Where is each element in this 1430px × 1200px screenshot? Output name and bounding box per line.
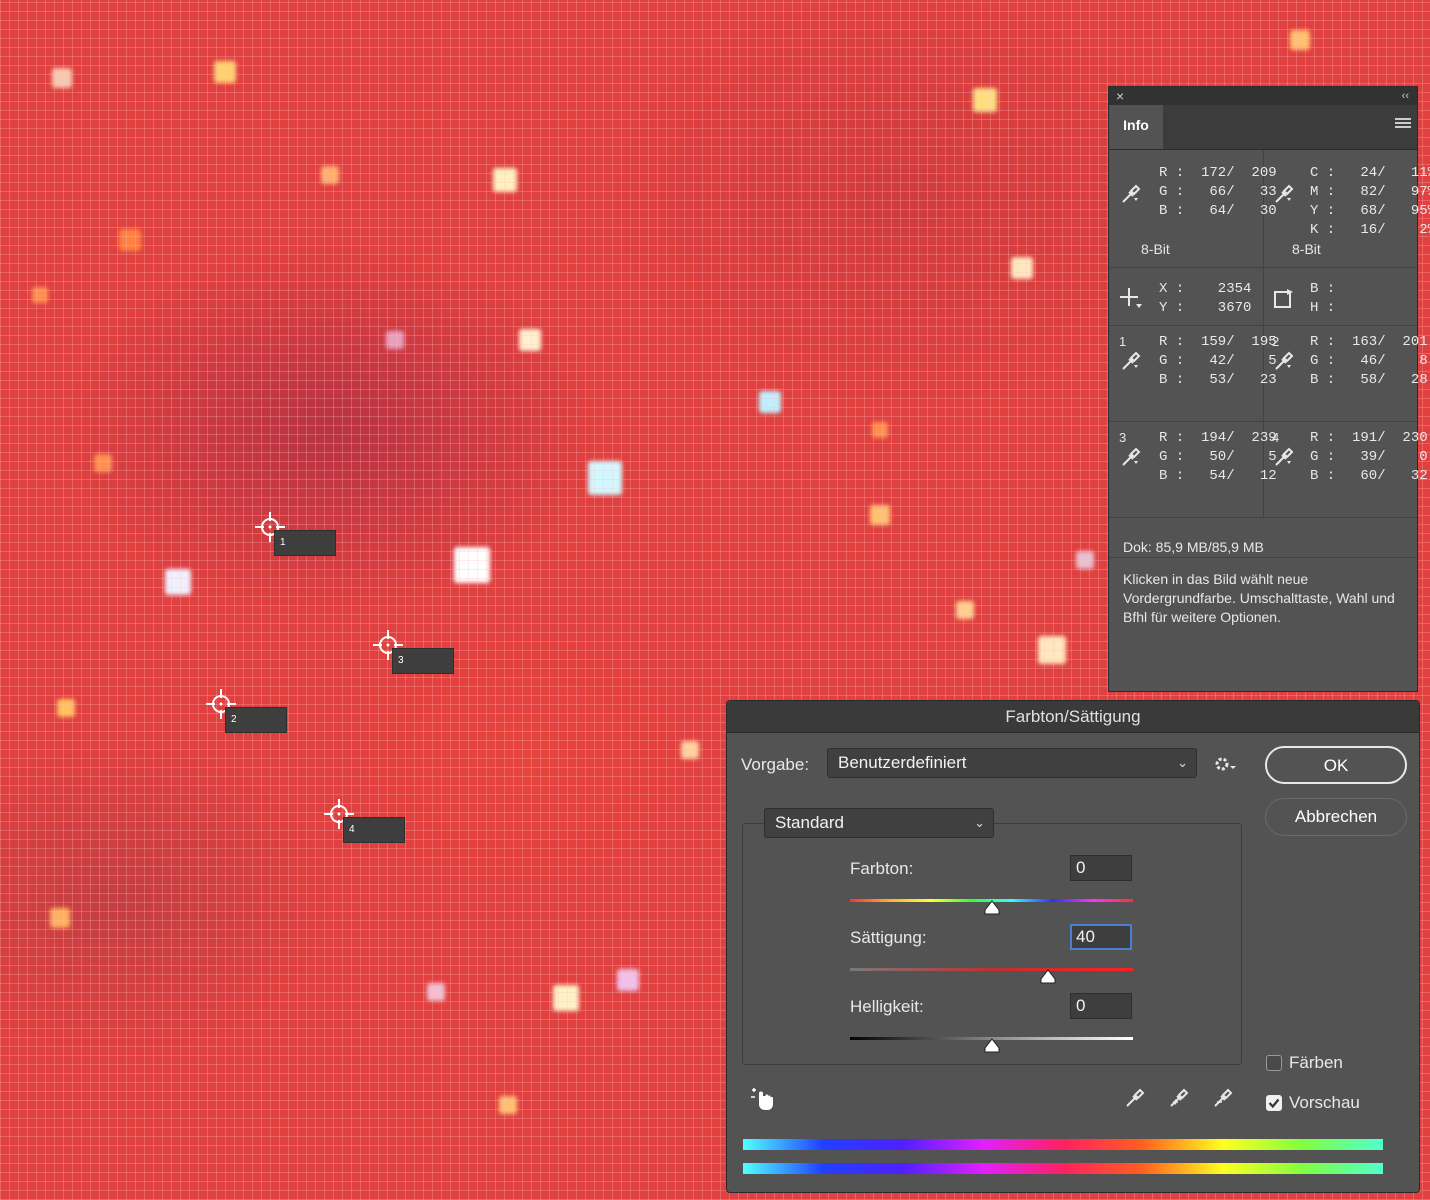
rgb-bitdepth: 8-Bit [1141, 241, 1170, 257]
sampler-2-b: B : 58/ 28 [1310, 372, 1428, 388]
preset-select[interactable]: Benutzerdefiniert ⌄ [827, 748, 1197, 778]
sampler-index: 2 [1272, 334, 1280, 349]
eyedropper-icon[interactable] [1272, 350, 1294, 372]
preset-label: Vorgabe: [741, 755, 810, 774]
adjustment-group: Standard ⌄ Farbton: 0 Sättigung: 40 Hell… [742, 808, 1242, 1065]
cmyk-line-y: Y : 68/ 95% [1310, 203, 1430, 219]
panel-topbar: × ‹‹ [1109, 87, 1417, 105]
sampler-1-b: B : 53/ 23 [1159, 372, 1277, 388]
input-color-bar [743, 1139, 1383, 1150]
saturation-slider-thumb[interactable] [1039, 969, 1057, 985]
sampler-2-g: G : 46/ 8 [1310, 353, 1428, 369]
gear-icon[interactable] [1213, 754, 1239, 774]
rgb-line-b: B : 64/ 30 [1159, 203, 1277, 219]
preview-checkbox[interactable] [1266, 1095, 1282, 1111]
output-color-bar [743, 1163, 1383, 1174]
selection-size-icon [1274, 289, 1293, 308]
channel-value: Standard [775, 813, 844, 832]
sampler-3-r: R : 194/ 239 [1159, 430, 1277, 446]
sampler-3-g: G : 50/ 5 [1159, 449, 1277, 465]
sampler-number: 4 [343, 817, 405, 843]
targeted-adjustment-hand-icon[interactable] [749, 1084, 777, 1112]
hue-label: Farbton: [850, 859, 914, 878]
sampler-4-b: B : 60/ 32 [1310, 468, 1428, 484]
cancel-button[interactable]: Abbrechen [1265, 798, 1407, 836]
saturation-input[interactable]: 40 [1070, 924, 1132, 950]
checkmark-icon [1268, 1098, 1280, 1109]
preset-value: Benutzerdefiniert [838, 753, 967, 772]
eyedropper-icon[interactable] [1119, 350, 1141, 372]
position-section: X : 2354 Y : 3670 B : H : [1109, 268, 1417, 326]
cmyk-line-k: K : 16/ 2% [1310, 222, 1430, 238]
cmyk-line-m: M : 82/ 97% [1310, 184, 1430, 200]
sampler-number: 1 [274, 530, 336, 556]
width-readout: B : [1310, 281, 1336, 297]
sampler-2-r: R : 163/ 201 [1310, 334, 1428, 350]
cmyk-line-c: C : 24/ 11% [1310, 165, 1430, 181]
rgb-line-g: G : 66/ 33 [1159, 184, 1277, 200]
color-sampler-3[interactable]: 3 [371, 628, 454, 674]
x-coordinate: X : 2354 [1159, 281, 1252, 297]
tab-info[interactable]: Info [1109, 105, 1163, 149]
info-panel: × ‹‹ Info R : 172/ 209 G : 66/ 33 B : 64… [1108, 86, 1430, 692]
sampler-section-3-4: 3 R : 194/ 239 G : 50/ 5 B : 54/ 12 4 R … [1109, 422, 1428, 518]
color-readout-section: R : 172/ 209 G : 66/ 33 B : 64/ 30 8-Bit… [1109, 150, 1430, 268]
hue-slider-thumb[interactable] [983, 900, 1001, 916]
colorize-checkbox[interactable] [1266, 1055, 1282, 1071]
cmyk-bitdepth: 8-Bit [1292, 241, 1321, 257]
hue-saturation-dialog: Farbton/Sättigung Vorgabe: Benutzerdefin… [726, 700, 1420, 1193]
dialog-title: Farbton/Sättigung [727, 701, 1419, 733]
sampler-index: 1 [1119, 334, 1127, 349]
channel-select[interactable]: Standard ⌄ [764, 808, 994, 838]
eyedropper-icon[interactable] [1272, 183, 1294, 205]
tool-hint: Klicken in das Bild wählt neue Vordergru… [1123, 571, 1395, 625]
document-size: Dok: 85,9 MB/85,9 MB [1123, 539, 1264, 555]
lightness-label: Helligkeit: [850, 997, 924, 1016]
colorize-label[interactable]: Färben [1289, 1053, 1343, 1073]
eyedropper-icon[interactable] [1119, 446, 1141, 468]
eyedropper-plus-icon[interactable] [1167, 1086, 1191, 1110]
lightness-slider-thumb[interactable] [983, 1038, 1001, 1054]
sampler-4-g: G : 39/ 0 [1310, 449, 1428, 465]
hue-input[interactable]: 0 [1070, 855, 1132, 881]
eyedropper-icon[interactable] [1119, 183, 1141, 205]
sampler-1-g: G : 42/ 5 [1159, 353, 1277, 369]
saturation-slider-track[interactable] [850, 968, 1133, 971]
sampler-1-r: R : 159/ 195 [1159, 334, 1277, 350]
sampler-index: 3 [1119, 430, 1127, 445]
sampler-index: 4 [1272, 430, 1280, 445]
panel-tab-row: Info [1109, 105, 1417, 150]
chevron-down-icon: ⌄ [1177, 755, 1188, 770]
color-sampler-1[interactable]: 1 [253, 510, 336, 556]
saturation-label: Sättigung: [850, 928, 927, 947]
eyedropper-icon[interactable] [1123, 1086, 1147, 1110]
sampler-section-1-2: 1 R : 159/ 195 G : 42/ 5 B : 53/ 23 2 R … [1109, 326, 1428, 422]
eyedropper-minus-icon[interactable] [1211, 1086, 1235, 1110]
sampler-4-r: R : 191/ 230 [1310, 430, 1428, 446]
eyedropper-icon[interactable] [1272, 446, 1294, 468]
crosshair-plus-icon [1120, 288, 1142, 308]
close-icon[interactable]: × [1116, 87, 1124, 105]
ok-button[interactable]: OK [1265, 746, 1407, 784]
lightness-input[interactable]: 0 [1070, 993, 1132, 1019]
panel-menu-icon[interactable] [1395, 118, 1411, 130]
sampler-3-b: B : 54/ 12 [1159, 468, 1277, 484]
rgb-line-r: R : 172/ 209 [1159, 165, 1277, 181]
chevron-down-icon: ⌄ [974, 815, 985, 830]
sampler-number: 3 [392, 648, 454, 674]
collapse-icon[interactable]: ‹‹ [1402, 87, 1409, 105]
sampler-number: 2 [225, 707, 287, 733]
color-sampler-2[interactable]: 2 [204, 687, 287, 733]
color-sampler-4[interactable]: 4 [322, 797, 405, 843]
height-readout: H : [1310, 300, 1336, 316]
y-coordinate: Y : 3670 [1159, 300, 1252, 316]
preview-label[interactable]: Vorschau [1289, 1093, 1360, 1113]
